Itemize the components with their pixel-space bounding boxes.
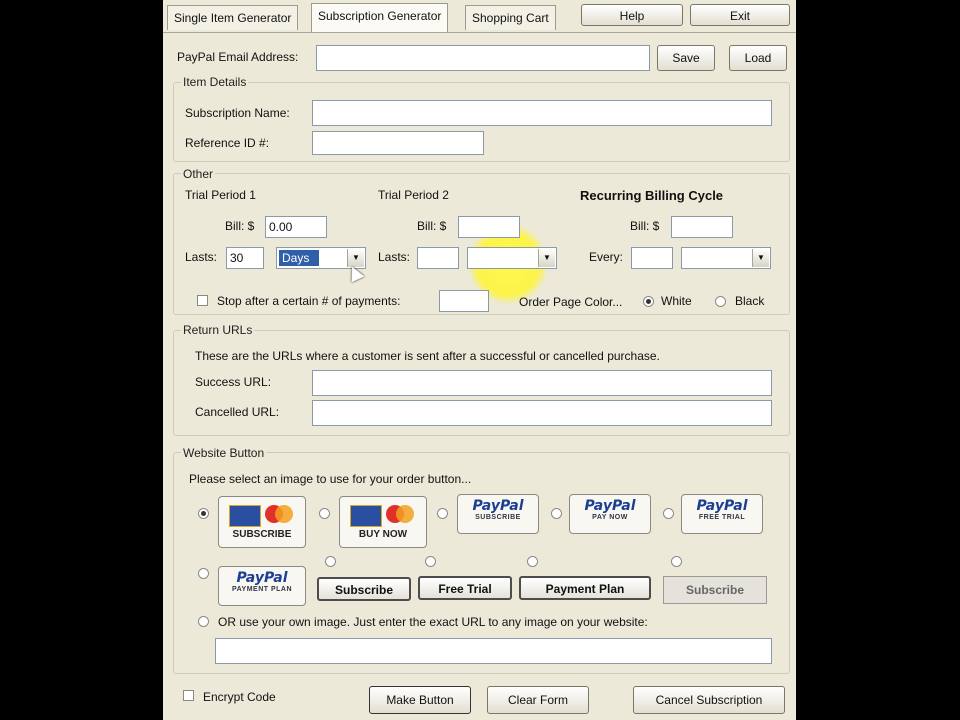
paypal-payment-plan-image[interactable]: PayPal PAYMENT PLAN xyxy=(218,566,306,606)
subscribe-text-image[interactable]: Subscribe xyxy=(317,577,411,601)
button-option-radio-10[interactable] xyxy=(671,556,682,567)
website-button-instruction: Please select an image to use for your o… xyxy=(189,472,472,486)
button-option-radio-6[interactable] xyxy=(198,568,209,579)
button-option-radio-8[interactable] xyxy=(425,556,436,567)
paypal-logo: PayPal xyxy=(236,570,288,586)
paypal-logo: PayPal xyxy=(584,498,636,514)
item-details-title: Item Details xyxy=(181,75,249,89)
recurring-every-label: Every: xyxy=(589,250,624,264)
own-image-url-field[interactable] xyxy=(215,638,772,664)
reference-id-label: Reference ID #: xyxy=(185,136,270,150)
stop-after-field[interactable] xyxy=(439,290,489,312)
payment-plan-text-image[interactable]: Payment Plan xyxy=(519,576,651,600)
other-title: Other xyxy=(181,167,216,181)
tab-bar: Single Item Generator Subscription Gener… xyxy=(163,0,796,33)
success-url-field[interactable] xyxy=(312,370,772,396)
paypal-pay-now-caption: PAY NOW xyxy=(592,514,628,521)
email-label: PayPal Email Address: xyxy=(177,50,299,64)
cancel-subscription-button[interactable]: Cancel Subscription xyxy=(633,686,785,714)
subscription-name-field[interactable] xyxy=(312,100,772,126)
white-label: White xyxy=(661,294,692,308)
website-button-title: Website Button xyxy=(181,446,267,460)
reference-id-field[interactable] xyxy=(312,131,484,155)
black-label: Black xyxy=(735,294,765,308)
button-option-radio-9[interactable] xyxy=(527,556,538,567)
own-image-radio[interactable] xyxy=(198,616,209,627)
paypal-pay-now-image[interactable]: PayPal PAY NOW xyxy=(569,494,651,534)
button-option-radio-3[interactable] xyxy=(437,508,448,519)
recurring-unit-select[interactable]: ▼ xyxy=(681,247,771,269)
tab-shopping-cart[interactable]: Shopping Cart xyxy=(465,5,556,30)
load-button[interactable]: Load xyxy=(729,45,787,71)
trial-period-1-title: Trial Period 1 xyxy=(185,188,256,202)
trial1-lasts-field[interactable]: 30 xyxy=(226,247,264,269)
card-subscribe-caption: SUBSCRIBE xyxy=(232,529,292,540)
trial2-bill-label: Bill: $ xyxy=(417,219,447,233)
credit-cards-icon xyxy=(346,503,420,529)
trial2-lasts-label: Lasts: xyxy=(378,250,411,264)
button-option-radio-5[interactable] xyxy=(663,508,674,519)
save-button[interactable]: Save xyxy=(657,45,715,71)
clear-form-button[interactable]: Clear Form xyxy=(487,686,589,714)
button-option-radio-1[interactable] xyxy=(198,508,209,519)
cancelled-url-field[interactable] xyxy=(312,400,772,426)
make-button-button[interactable]: Make Button xyxy=(369,686,471,714)
help-button[interactable]: Help xyxy=(581,4,683,26)
card-subscribe-image[interactable]: SUBSCRIBE xyxy=(218,496,306,548)
recurring-bill-field[interactable] xyxy=(671,216,733,238)
trial2-unit-select[interactable]: ▼ xyxy=(467,247,557,269)
trial1-unit-value: Days xyxy=(279,250,320,266)
card-buy-now-image[interactable]: BUY NOW xyxy=(339,496,427,548)
tab-subscription-generator[interactable]: Subscription Generator xyxy=(311,3,449,32)
paypal-subscribe-image[interactable]: PayPal SUBSCRIBE xyxy=(457,494,539,534)
return-urls-title: Return URLs xyxy=(181,323,255,337)
encrypt-code-checkbox[interactable] xyxy=(183,690,194,701)
paypal-free-trial-image[interactable]: PayPal FREE TRIAL xyxy=(681,494,763,534)
chevron-down-icon[interactable]: ▼ xyxy=(752,249,769,267)
subscription-name-label: Subscription Name: xyxy=(185,106,290,120)
chevron-down-icon[interactable]: ▼ xyxy=(538,249,555,267)
paypal-logo: PayPal xyxy=(696,498,748,514)
button-option-radio-2[interactable] xyxy=(319,508,330,519)
success-url-label: Success URL: xyxy=(195,375,272,389)
subscription-generator-window: Single Item Generator Subscription Gener… xyxy=(163,0,796,720)
encrypt-code-label: Encrypt Code xyxy=(203,690,276,704)
recurring-bill-label: Bill: $ xyxy=(630,219,660,233)
exit-button[interactable]: Exit xyxy=(690,4,790,26)
stop-after-checkbox[interactable] xyxy=(197,295,208,306)
trial2-lasts-field[interactable] xyxy=(417,247,459,269)
recurring-every-field[interactable] xyxy=(631,247,673,269)
free-trial-text-image[interactable]: Free Trial xyxy=(418,576,512,600)
paypal-logo: PayPal xyxy=(472,498,524,514)
card-buy-now-caption: BUY NOW xyxy=(358,529,408,540)
trial1-bill-label: Bill: $ xyxy=(225,219,255,233)
button-option-radio-4[interactable] xyxy=(551,508,562,519)
recurring-billing-title: Recurring Billing Cycle xyxy=(580,188,724,203)
button-option-radio-7[interactable] xyxy=(325,556,336,567)
subscribe-flat-image[interactable]: Subscribe xyxy=(663,576,767,604)
stop-after-label: Stop after a certain # of payments: xyxy=(217,294,401,308)
trial1-bill-field[interactable]: 0.00 xyxy=(265,216,327,238)
trial-period-2-title: Trial Period 2 xyxy=(378,188,449,202)
order-page-color-label: Order Page Color... xyxy=(519,295,623,309)
own-image-label: OR use your own image. Just enter the ex… xyxy=(218,615,648,629)
trial2-bill-field[interactable] xyxy=(458,216,520,238)
return-urls-description: These are the URLs where a customer is s… xyxy=(195,349,660,363)
black-radio[interactable] xyxy=(715,296,726,307)
white-radio[interactable] xyxy=(643,296,654,307)
paypal-subscribe-caption: SUBSCRIBE xyxy=(475,514,521,521)
paypal-free-trial-caption: FREE TRIAL xyxy=(698,514,746,521)
email-field[interactable] xyxy=(316,45,650,71)
trial1-lasts-label: Lasts: xyxy=(185,250,218,264)
paypal-payment-plan-caption: PAYMENT PLAN xyxy=(231,586,293,593)
cancelled-url-label: Cancelled URL: xyxy=(195,405,280,419)
tab-single-item-generator[interactable]: Single Item Generator xyxy=(167,5,299,30)
credit-cards-icon xyxy=(225,503,299,529)
